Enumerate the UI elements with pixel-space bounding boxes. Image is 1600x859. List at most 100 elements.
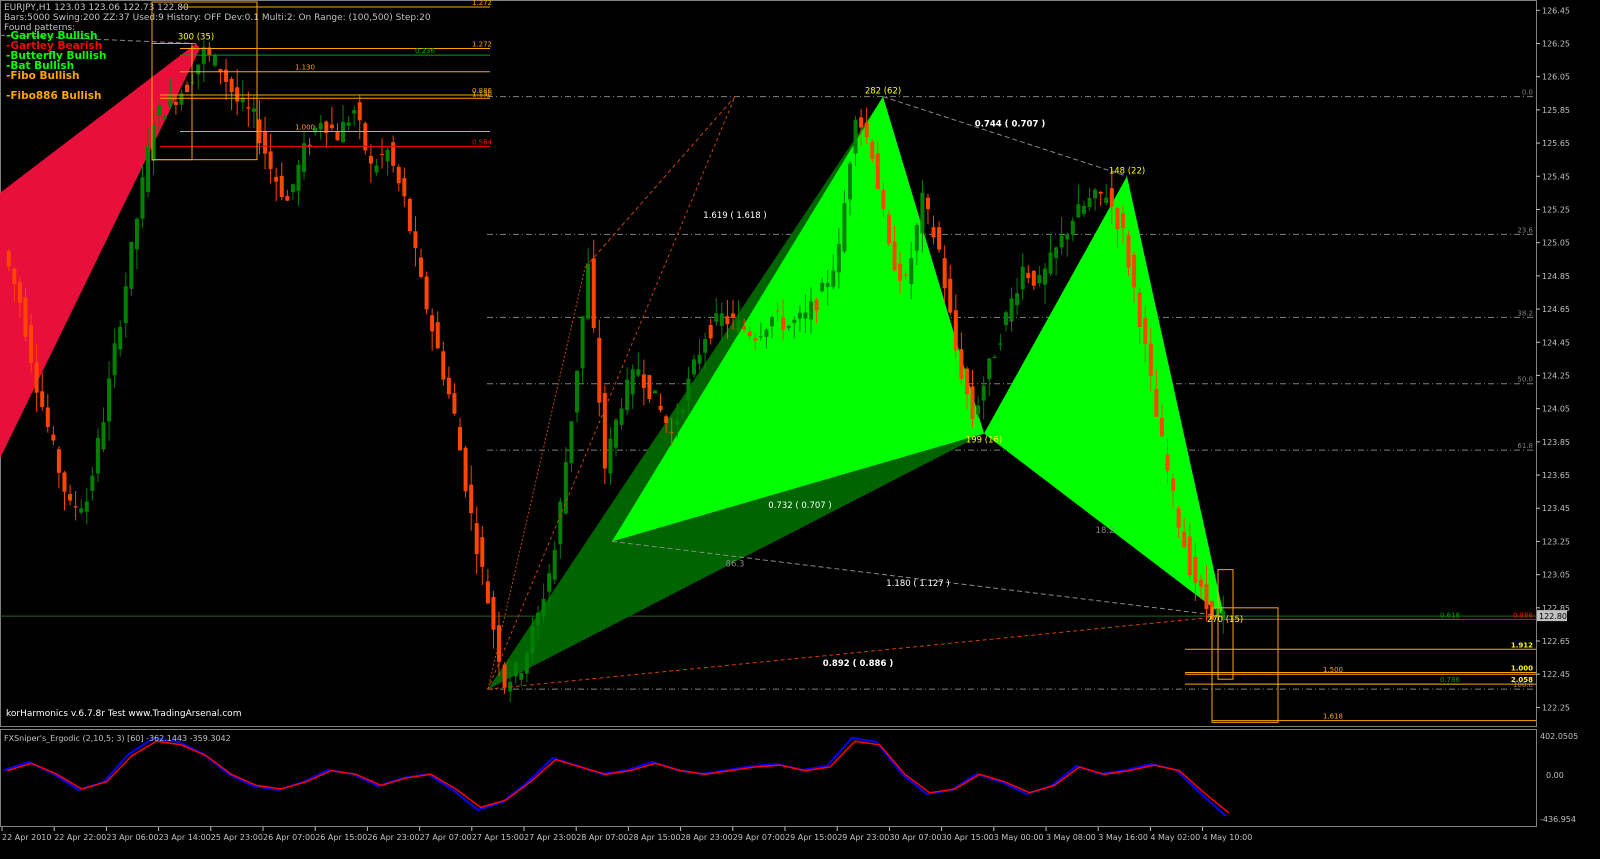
candle-body (925, 197, 930, 210)
candle-body (1109, 188, 1114, 207)
candle-body (374, 165, 379, 173)
candle-body (168, 94, 173, 107)
candle-body (931, 227, 936, 238)
time-tick-label: 3 May 16:00 (1098, 833, 1148, 842)
candle-body (625, 379, 630, 411)
main-chart[interactable]: 0.023.638.250.061.8100.0 1.2721.2720.236… (0, 0, 1600, 859)
candle-body (781, 317, 786, 330)
candle-body (675, 420, 680, 425)
fibo-leg-line-2 (584, 96, 736, 268)
candle-body (502, 664, 507, 688)
candle-body (285, 196, 290, 201)
price-tick-label: 122.25 (1542, 703, 1570, 712)
candle-body (12, 268, 17, 285)
candle-body (352, 110, 357, 114)
candle-body (419, 257, 424, 277)
candle-body (1015, 293, 1020, 306)
candle-body (1054, 247, 1059, 258)
candle-body (1093, 189, 1098, 199)
candle-body (101, 422, 106, 450)
candle-body (1165, 454, 1170, 471)
target-level-top-label: 1.000 (295, 123, 315, 131)
time-tick-label: 27 Apr 23:00 (524, 833, 576, 842)
candle-body (335, 131, 340, 141)
candle-body (987, 358, 992, 380)
time-tick-label: 28 Apr 15:00 (628, 833, 680, 842)
ratio-label: 86.3 (726, 559, 745, 569)
candle-body (1065, 234, 1070, 240)
candle-body (714, 313, 719, 322)
candle-body (73, 506, 78, 508)
candle-body (474, 523, 479, 555)
candle-body (608, 438, 613, 474)
target-level-bottom-label: 0.786 (1440, 676, 1461, 684)
time-tick-label: 26 Apr 23:00 (367, 833, 419, 842)
candle-body (1171, 478, 1176, 491)
fib-level-label: 50.0 (1517, 376, 1533, 384)
candle-body (140, 177, 145, 219)
candle-body (1104, 197, 1109, 203)
candle-body (95, 437, 100, 474)
candle-body (981, 385, 986, 401)
candle-body (942, 258, 947, 289)
current-price-tag-label: 122.80 (1539, 612, 1567, 621)
candle-body (123, 286, 128, 324)
candle-body (368, 155, 373, 164)
projection-box-bottom (1211, 607, 1279, 723)
candle-body (357, 102, 362, 121)
candle-body (758, 336, 763, 338)
candle-body (162, 116, 167, 120)
candle-body (1148, 343, 1153, 377)
candle-body (859, 117, 864, 128)
candle-body (491, 596, 496, 630)
fib-level-label: 0.0 (1522, 89, 1533, 97)
candle-body (664, 416, 669, 423)
candle-body (346, 122, 351, 126)
candle-body (435, 322, 440, 349)
pattern-point-label: 300 (35) (178, 32, 214, 42)
candle-body (530, 626, 535, 654)
candle-body (268, 151, 273, 170)
candle-body (792, 319, 797, 323)
candle-body (134, 218, 139, 250)
candle-body (992, 356, 997, 358)
candle-body (953, 310, 958, 351)
ratio-label: 0.732 ( 0.707 ) (768, 501, 831, 511)
price-axis: 126.45 126.25 126.05 125.85 125.65 125.45 125.… (1536, 6, 1570, 712)
candle-body (614, 419, 618, 448)
candle-body (820, 282, 825, 292)
candle-body (680, 410, 685, 413)
pattern-polygons-layer (0, 43, 1224, 690)
candle-body (825, 283, 830, 287)
price-tick-label: 124.05 (1542, 405, 1570, 414)
candle-body (402, 178, 407, 197)
price-tick-label: 122.65 (1542, 637, 1570, 646)
candle-body (1098, 191, 1103, 194)
candle-body (1020, 266, 1025, 290)
price-tick-label: 124.45 (1542, 338, 1570, 347)
candle-body (753, 338, 758, 341)
candle-body (742, 326, 747, 330)
candle-body (1081, 205, 1086, 214)
candle-body (808, 301, 813, 320)
candle-body (1204, 584, 1209, 610)
target-level-top-label: 0.236 (415, 47, 436, 55)
candle-body (190, 82, 195, 84)
candle-body (1143, 317, 1148, 345)
candle-body (552, 549, 557, 580)
settings-line: Bars:5000 Swing:200 ZZ:37 Used:9 History… (4, 13, 431, 23)
candle-body (407, 198, 412, 232)
time-axis: 22 Apr 2010 22 Apr 22:00 23 Apr 06:00 23 Ap… (1, 827, 1252, 842)
candle-body (641, 374, 646, 388)
candle-body (380, 154, 385, 156)
candle-body (898, 263, 903, 281)
candle-body (1120, 213, 1125, 228)
candle-body (341, 121, 346, 143)
candle-body (446, 377, 451, 395)
target-level-top-label: 1.272 (472, 0, 492, 7)
candle-body (853, 119, 858, 154)
time-tick-label: 26 Apr 15:00 (315, 833, 367, 842)
candle-body (40, 391, 45, 407)
time-tick-label: 29 Apr 23:00 (837, 833, 889, 842)
price-tick-label: 125.45 (1542, 172, 1570, 181)
